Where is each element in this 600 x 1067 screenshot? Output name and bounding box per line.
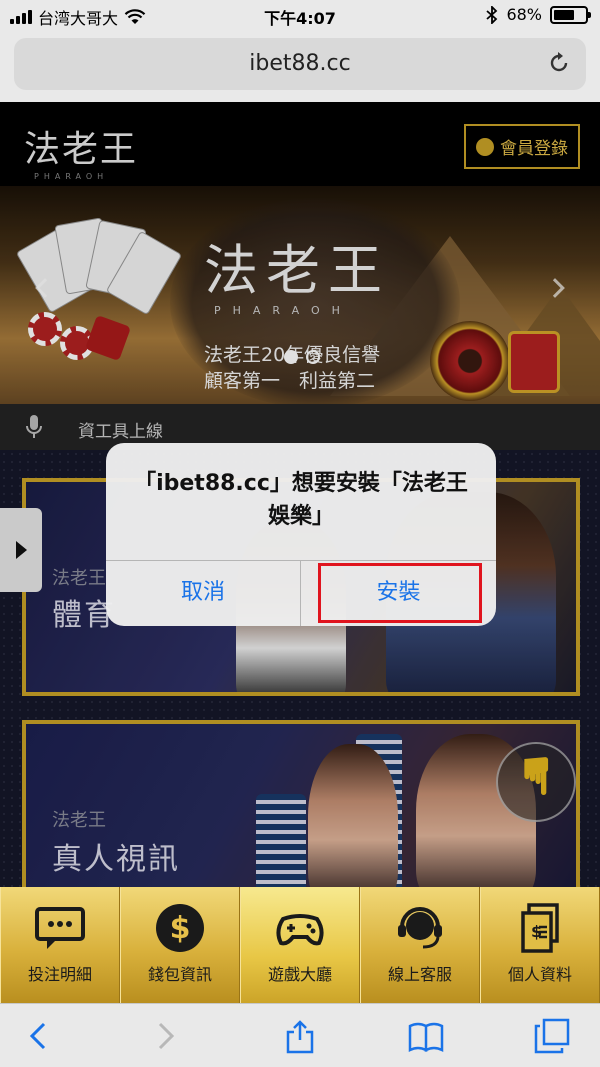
install-button-highlight bbox=[318, 563, 482, 623]
nav-label: 錢包資訊 bbox=[147, 965, 212, 984]
dollar-coin-icon: $ bbox=[156, 904, 204, 952]
address-bar[interactable]: ibet88.cc bbox=[14, 38, 586, 90]
back-arrow-icon[interactable] bbox=[22, 1018, 58, 1054]
browser-toolbar bbox=[0, 1003, 600, 1067]
battery-percent: 68% bbox=[506, 5, 542, 24]
nav-item-game-lobby[interactable]: 遊戲大廳 bbox=[240, 887, 360, 1003]
nav-item-bet-history[interactable]: 投注明細 bbox=[0, 887, 120, 1003]
gamepad-icon bbox=[276, 914, 324, 946]
bottom-nav: 投注明細 $ 錢包資訊 遊戲大廳 線上客服 $ 個人資料 bbox=[0, 887, 600, 1003]
bookmarks-icon[interactable] bbox=[408, 1018, 444, 1054]
share-icon[interactable] bbox=[282, 1018, 318, 1054]
cancel-button[interactable]: 取消 bbox=[106, 560, 300, 626]
tabs-icon[interactable] bbox=[534, 1018, 570, 1054]
chat-bubble-icon bbox=[35, 907, 85, 949]
browser-address-area: ibet88.cc bbox=[0, 30, 600, 102]
nav-label: 遊戲大廳 bbox=[267, 965, 332, 984]
battery-icon bbox=[550, 5, 591, 24]
svg-text:$: $ bbox=[170, 911, 191, 946]
url-text: ibet88.cc bbox=[249, 51, 351, 76]
battery-fill bbox=[554, 9, 575, 20]
nav-item-profile[interactable]: $ 個人資料 bbox=[480, 887, 600, 1003]
status-bar: 台湾大哥大 下午4:07 68% bbox=[0, 0, 600, 30]
nav-item-support[interactable]: 線上客服 bbox=[360, 887, 480, 1003]
nav-label: 投注明細 bbox=[27, 965, 92, 984]
nav-label: 線上客服 bbox=[387, 965, 452, 984]
nav-item-wallet[interactable]: $ 錢包資訊 bbox=[120, 887, 240, 1003]
forward-arrow-icon[interactable] bbox=[146, 1018, 182, 1054]
alert-message: 「ibet88.cc」想要安裝「法老王娛樂」 bbox=[134, 471, 468, 529]
bluetooth-icon bbox=[486, 5, 498, 24]
reload-icon[interactable] bbox=[546, 50, 572, 76]
nav-label: 個人資料 bbox=[507, 965, 572, 984]
documents-icon: $ bbox=[521, 903, 559, 953]
status-right: 68% bbox=[486, 5, 591, 24]
headset-icon bbox=[398, 907, 442, 949]
